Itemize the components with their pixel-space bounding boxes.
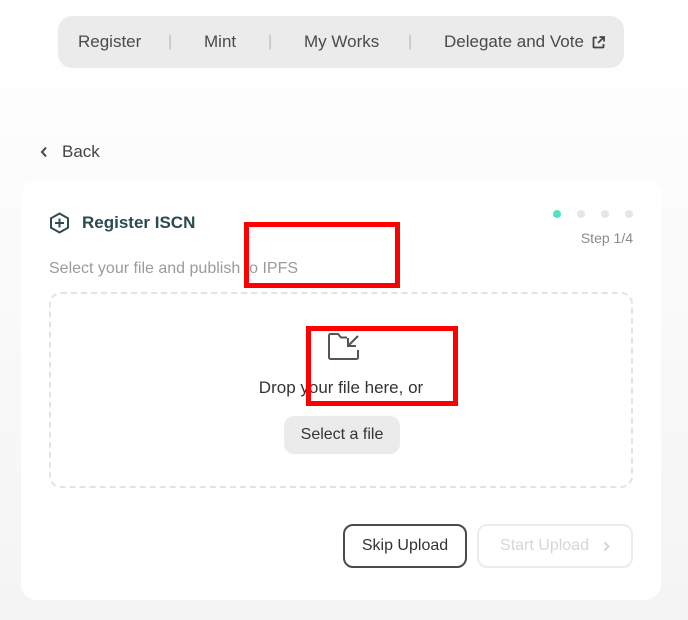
card-title: Register ISCN [49, 212, 195, 234]
nav-my-works[interactable]: My Works [304, 32, 379, 52]
nav-delegate-and-vote[interactable]: Delegate and Vote [444, 32, 605, 52]
back-button[interactable]: Back [40, 142, 100, 162]
step-dot [601, 210, 609, 218]
skip-upload-button[interactable]: Skip Upload [343, 524, 467, 568]
chevron-left-icon [40, 146, 48, 158]
step-dot [577, 210, 585, 218]
file-dropzone[interactable]: Drop your file here, or Select a file [49, 292, 633, 488]
back-label: Back [62, 142, 100, 161]
card-subtitle: Select your file and publish to IPFS [49, 260, 299, 277]
nav-separator: | [268, 33, 273, 50]
step-text: Step 1/4 [580, 230, 633, 246]
nav-separator: | [168, 33, 173, 50]
nav-mint[interactable]: Mint [204, 32, 236, 52]
card-title-label: Register ISCN [82, 213, 196, 232]
chevron-right-icon [603, 541, 610, 552]
folder-import-icon [327, 332, 361, 367]
nav-delegate-label: Delegate and Vote [444, 32, 584, 51]
start-upload-button[interactable]: Start Upload [477, 524, 633, 568]
dropzone-text: Drop your file here, or [258, 378, 424, 397]
step-dot [625, 210, 633, 218]
top-navigation: Register | Mint | My Works | Delegate an… [58, 16, 624, 68]
page: Register | Mint | My Works | Delegate an… [0, 0, 688, 620]
register-card: Register ISCN Step 1/4 Select your file … [21, 180, 661, 600]
external-link-icon [592, 35, 605, 49]
nav-register[interactable]: Register [78, 32, 141, 52]
plus-hexagon-icon [49, 212, 70, 234]
nav-separator: | [408, 33, 413, 50]
step-indicator [553, 210, 633, 218]
step-dot-active [553, 210, 561, 218]
start-upload-label: Start Upload [500, 537, 589, 554]
select-file-button[interactable]: Select a file [284, 416, 400, 454]
